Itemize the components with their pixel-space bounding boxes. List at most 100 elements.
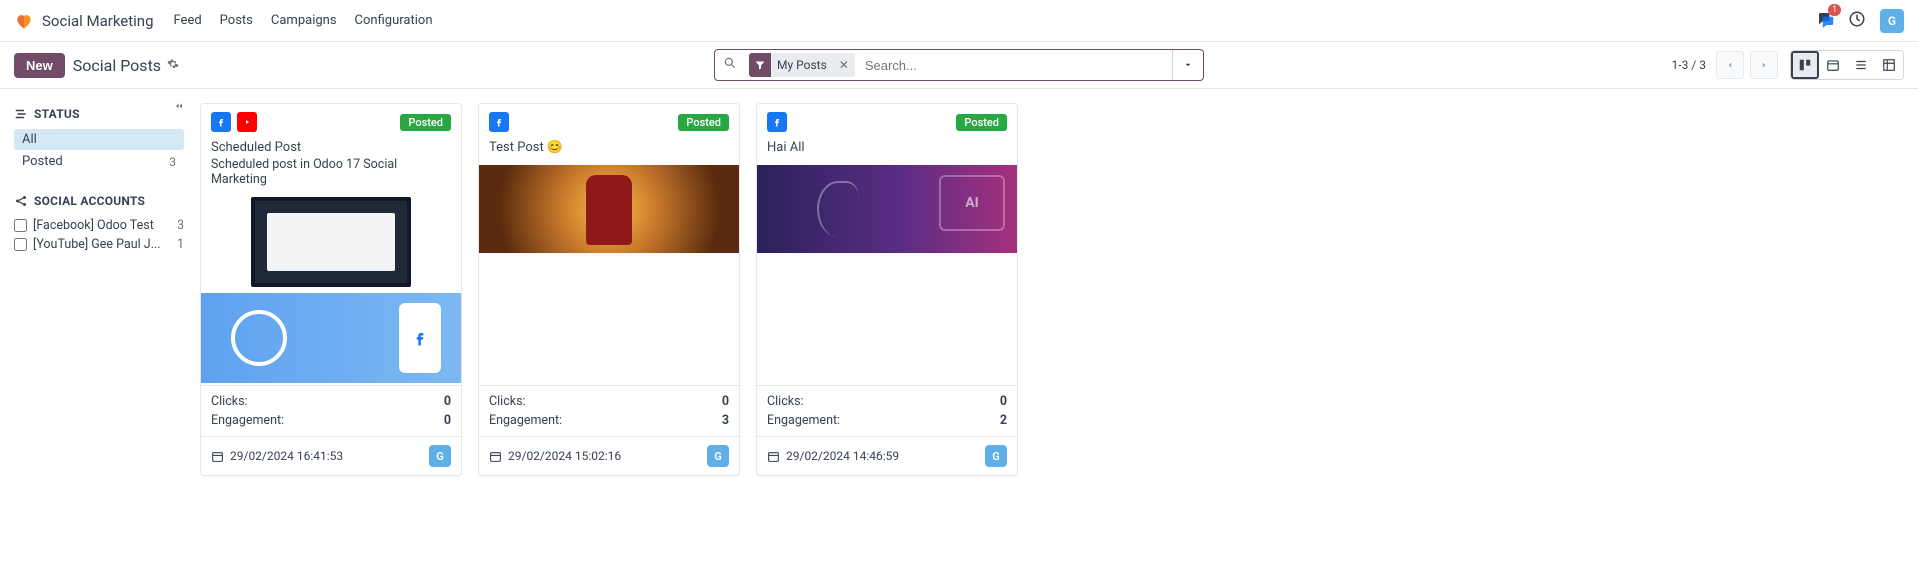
clicks-value: 0 bbox=[722, 394, 729, 409]
view-calendar[interactable] bbox=[1819, 51, 1847, 79]
search-box[interactable]: My Posts ✕ bbox=[714, 49, 1204, 81]
status-filter-all[interactable]: All bbox=[14, 129, 184, 150]
status-title: STATUS bbox=[34, 107, 80, 121]
clicks-value: 0 bbox=[1000, 394, 1007, 409]
facebook-icon bbox=[489, 112, 509, 132]
account-count: 1 bbox=[177, 237, 184, 252]
status-filter-posted[interactable]: Posted 3 bbox=[14, 151, 184, 172]
nav-posts[interactable]: Posts bbox=[220, 13, 253, 28]
post-image: AI bbox=[757, 165, 1017, 253]
author-avatar: G bbox=[985, 445, 1007, 467]
chevron-double-left-icon bbox=[174, 101, 184, 111]
accounts-title: SOCIAL ACCOUNTS bbox=[34, 194, 145, 208]
calendar-icon bbox=[767, 450, 780, 463]
sidebar-collapse[interactable] bbox=[174, 101, 184, 114]
post-card[interactable]: Posted Hai All AI Clicks:0 Engagement:2 … bbox=[756, 103, 1018, 476]
post-image bbox=[201, 195, 461, 385]
pivot-icon bbox=[1882, 58, 1896, 72]
author-avatar: G bbox=[707, 445, 729, 467]
kanban-cards: Posted Scheduled Post Scheduled post in … bbox=[200, 103, 1018, 476]
nav-campaigns[interactable]: Campaigns bbox=[271, 13, 337, 28]
control-bar: New Social Posts My Posts ✕ 1-3 / 3 bbox=[0, 42, 1918, 89]
status-posted-label: Posted bbox=[22, 154, 63, 169]
pager-next[interactable] bbox=[1750, 51, 1778, 79]
post-title: Test Post 😊 bbox=[489, 140, 729, 155]
search-input[interactable] bbox=[859, 58, 1172, 73]
engagement-label: Engagement: bbox=[211, 413, 284, 428]
post-title: Scheduled Post bbox=[211, 140, 451, 155]
pager-prev[interactable] bbox=[1716, 51, 1744, 79]
search-facet-remove[interactable]: ✕ bbox=[833, 58, 855, 72]
user-avatar[interactable]: G bbox=[1880, 9, 1904, 33]
view-switcher bbox=[1790, 50, 1904, 80]
caret-down-icon bbox=[1183, 60, 1193, 70]
clicks-value: 0 bbox=[444, 394, 451, 409]
clicks-label: Clicks: bbox=[767, 394, 804, 409]
account-count: 3 bbox=[177, 218, 184, 233]
account-checkbox[interactable] bbox=[14, 219, 27, 232]
app-logo-icon bbox=[14, 11, 34, 31]
post-subtitle: Scheduled post in Odoo 17 Social Marketi… bbox=[211, 157, 451, 187]
post-card[interactable]: Posted Test Post 😊 Clicks: 0 Engagement: 3… bbox=[478, 103, 740, 476]
chevron-right-icon bbox=[1759, 60, 1769, 70]
account-name: [YouTube] Gee Paul J... bbox=[33, 237, 171, 252]
post-image bbox=[479, 165, 739, 253]
engagement-value: 2 bbox=[1000, 413, 1007, 428]
account-checkbox[interactable] bbox=[14, 238, 27, 251]
status-badge: Posted bbox=[400, 114, 451, 131]
share-icon bbox=[14, 194, 28, 208]
search-options-toggle[interactable] bbox=[1172, 50, 1203, 80]
nav-configuration[interactable]: Configuration bbox=[355, 13, 433, 28]
calendar-icon bbox=[1826, 58, 1840, 72]
view-pivot[interactable] bbox=[1875, 51, 1903, 79]
post-datetime: 29/02/2024 16:41:53 bbox=[230, 449, 343, 463]
status-badge: Posted bbox=[956, 114, 1007, 131]
nav-feed[interactable]: Feed bbox=[174, 13, 202, 28]
post-datetime: 29/02/2024 14:46:59 bbox=[786, 449, 899, 463]
top-navbar: Social Marketing Feed Posts Campaigns Co… bbox=[0, 0, 1918, 42]
main-nav: Feed Posts Campaigns Configuration bbox=[174, 13, 433, 28]
post-card[interactable]: Posted Scheduled Post Scheduled post in … bbox=[200, 103, 462, 476]
clicks-label: Clicks: bbox=[489, 394, 526, 409]
engagement-label: Engagement: bbox=[767, 413, 840, 428]
status-all-label: All bbox=[22, 132, 37, 147]
engagement-value: 0 bbox=[444, 413, 451, 428]
search-icon bbox=[715, 56, 745, 74]
account-name: [Facebook] Odoo Test bbox=[33, 218, 171, 233]
page-title: Social Posts bbox=[73, 56, 161, 75]
view-list[interactable] bbox=[1847, 51, 1875, 79]
post-title: Hai All bbox=[767, 140, 1007, 155]
engagement-value: 3 bbox=[722, 413, 729, 428]
kanban-icon bbox=[1798, 58, 1812, 72]
filter-icon bbox=[749, 53, 771, 77]
search-facet: My Posts ✕ bbox=[749, 53, 855, 77]
youtube-icon bbox=[237, 112, 257, 132]
bars-staggered-icon bbox=[14, 107, 28, 121]
accounts-group-header: SOCIAL ACCOUNTS bbox=[14, 194, 184, 208]
status-group-header: STATUS bbox=[14, 107, 184, 121]
clock-icon bbox=[1848, 10, 1866, 28]
calendar-icon bbox=[211, 450, 224, 463]
author-avatar: G bbox=[429, 445, 451, 467]
list-icon bbox=[1854, 58, 1868, 72]
calendar-icon bbox=[489, 450, 502, 463]
facebook-icon bbox=[767, 112, 787, 132]
pager-text[interactable]: 1-3 / 3 bbox=[1672, 58, 1706, 72]
view-kanban[interactable] bbox=[1791, 51, 1819, 79]
status-badge: Posted bbox=[678, 114, 729, 131]
messaging-badge: 1 bbox=[1828, 4, 1841, 16]
search-facet-label: My Posts bbox=[771, 58, 833, 72]
facebook-icon bbox=[211, 112, 231, 132]
status-posted-count: 3 bbox=[169, 155, 176, 169]
messaging-button[interactable]: 1 bbox=[1816, 10, 1834, 32]
post-datetime: 29/02/2024 15:02:16 bbox=[508, 449, 621, 463]
account-filter-item[interactable]: [YouTube] Gee Paul J... 1 bbox=[14, 235, 184, 254]
app-name: Social Marketing bbox=[42, 12, 154, 30]
activities-button[interactable] bbox=[1848, 10, 1866, 32]
engagement-label: Engagement: bbox=[489, 413, 562, 428]
account-filter-item[interactable]: [Facebook] Odoo Test 3 bbox=[14, 216, 184, 235]
filter-sidebar: STATUS All Posted 3 SOCIAL ACCOUNTS [Fac… bbox=[14, 103, 184, 476]
chevron-left-icon bbox=[1725, 60, 1735, 70]
settings-gear-icon[interactable] bbox=[167, 58, 179, 73]
new-button[interactable]: New bbox=[14, 53, 65, 78]
